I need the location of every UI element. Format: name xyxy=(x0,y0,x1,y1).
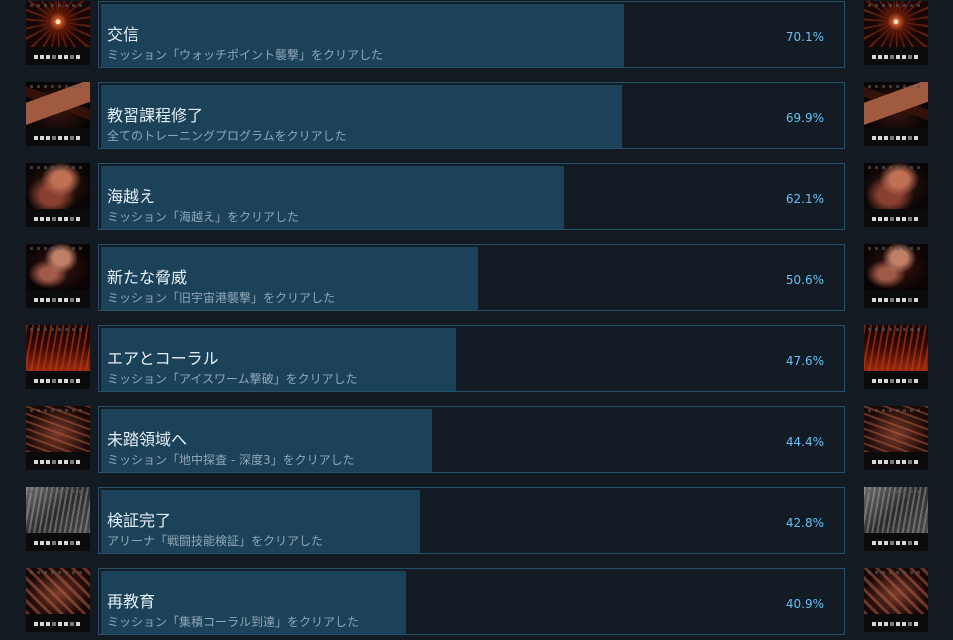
achievement-description: ミッション「集積コーラル到達」をクリアした xyxy=(107,615,360,629)
achievement-title: エアとコーラル xyxy=(107,349,219,368)
achievement-icon-machine xyxy=(864,163,928,227)
achievement-row[interactable]: 教習課程修了全てのトレーニングプログラムをクリアした 69.9% xyxy=(0,81,953,162)
achievement-description: ミッション「アイスワーム撃破」をクリアした xyxy=(107,372,358,386)
achievement-icon-flames xyxy=(26,325,90,389)
achievement-card[interactable]: 未踏領域へミッション「地中探査 - 深度3」をクリアした 44.4% xyxy=(98,406,845,473)
achievement-title: 新たな脅威 xyxy=(107,268,188,287)
achievement-title: 検証完了 xyxy=(107,511,172,530)
achievement-icon-arm xyxy=(864,244,928,308)
achievement-description: ミッション「海越え」をクリアした xyxy=(107,210,300,224)
achievement-row[interactable]: 交信ミッション「ウォッチポイント襲撃」をクリアした 70.1% xyxy=(0,0,953,81)
achievement-card[interactable]: 新たな脅威ミッション「旧宇宙港襲撃」をクリアした 50.6% xyxy=(98,244,845,311)
achievement-card[interactable]: 教習課程修了全てのトレーニングプログラムをクリアした 69.9% xyxy=(98,82,845,149)
achievement-card[interactable]: エアとコーラルミッション「アイスワーム撃破」をクリアした 47.6% xyxy=(98,325,845,392)
achievement-row[interactable]: 新たな脅威ミッション「旧宇宙港襲撃」をクリアした 50.6% xyxy=(0,243,953,324)
achievement-row[interactable]: 海越えミッション「海越え」をクリアした 62.1% xyxy=(0,162,953,243)
achievement-title: 未踏領域へ xyxy=(107,430,188,449)
achievement-description: アリーナ「戦闘技能検証」をクリアした xyxy=(107,534,324,548)
achievement-title: 海越え xyxy=(107,187,156,206)
achievement-icon-training-plate xyxy=(26,82,90,146)
unlock-percentage: 69.9% xyxy=(785,111,824,125)
achievement-icon-arm xyxy=(26,244,90,308)
achievement-card[interactable]: 海越えミッション「海越え」をクリアした 62.1% xyxy=(98,163,845,230)
achievement-row[interactable]: エアとコーラルミッション「アイスワーム撃破」をクリアした 47.6% xyxy=(0,324,953,405)
achievement-row[interactable]: 未踏領域へミッション「地中探査 - 深度3」をクリアした 44.4% xyxy=(0,405,953,486)
unlock-percentage: 50.6% xyxy=(785,273,824,287)
achievement-title: 再教育 xyxy=(107,592,156,611)
unlock-percentage: 70.1% xyxy=(785,30,824,44)
achievement-icon-terrain xyxy=(26,406,90,470)
unlock-percentage: 44.4% xyxy=(785,435,824,449)
achievement-icon-signal-burst xyxy=(864,1,928,65)
unlock-percentage: 62.1% xyxy=(785,192,824,206)
achievement-description: ミッション「地中探査 - 深度3」をクリアした xyxy=(107,453,355,467)
achievement-description: 全てのトレーニングプログラムをクリアした xyxy=(107,129,347,143)
unlock-percentage: 42.8% xyxy=(785,516,824,530)
achievement-description: ミッション「ウォッチポイント襲撃」をクリアした xyxy=(107,48,384,62)
achievement-icon-signal-burst xyxy=(26,1,90,65)
achievement-icon-grey-panels xyxy=(864,487,928,551)
achievement-list: 交信ミッション「ウォッチポイント襲撃」をクリアした 70.1% 教習課程修了全てのト… xyxy=(0,0,953,640)
achievement-row[interactable]: 検証完了アリーナ「戦闘技能検証」をクリアした 42.8% xyxy=(0,486,953,567)
achievement-card[interactable]: 検証完了アリーナ「戦闘技能検証」をクリアした 42.8% xyxy=(98,487,845,554)
achievement-icon-machine xyxy=(26,163,90,227)
unlock-percentage: 40.9% xyxy=(785,597,824,611)
achievement-title: 教習課程修了 xyxy=(107,106,204,125)
achievement-row[interactable]: 再教育ミッション「集積コーラル到達」をクリアした 40.9% xyxy=(0,567,953,640)
achievement-icon-flames xyxy=(864,325,928,389)
unlock-percentage: 47.6% xyxy=(785,354,824,368)
achievement-description: ミッション「旧宇宙港襲撃」をクリアした xyxy=(107,291,336,305)
achievement-icon-structure xyxy=(864,568,928,632)
achievement-title: 交信 xyxy=(107,25,140,44)
achievement-icon-training-plate xyxy=(864,82,928,146)
achievement-card[interactable]: 交信ミッション「ウォッチポイント襲撃」をクリアした 70.1% xyxy=(98,1,845,68)
achievement-icon-terrain xyxy=(864,406,928,470)
achievement-icon-structure xyxy=(26,568,90,632)
achievement-card[interactable]: 再教育ミッション「集積コーラル到達」をクリアした 40.9% xyxy=(98,568,845,635)
achievement-icon-grey-panels xyxy=(26,487,90,551)
